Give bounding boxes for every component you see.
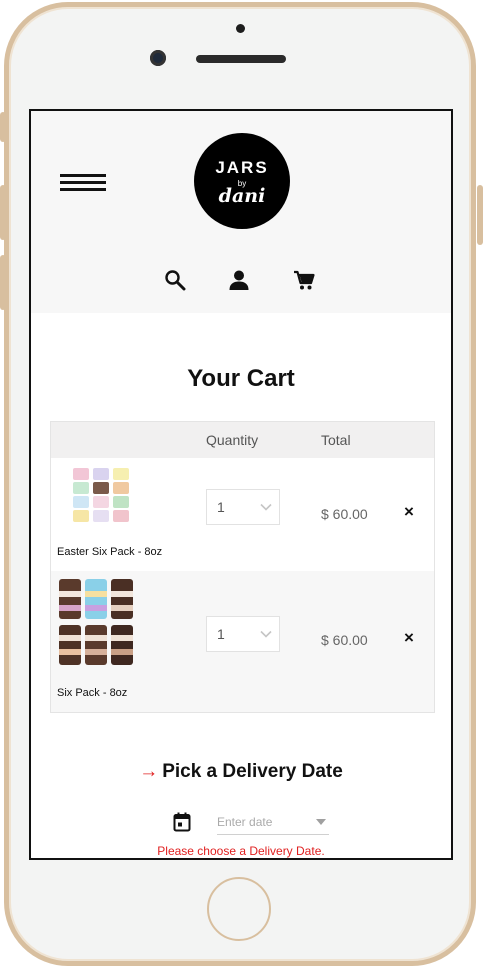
chevron-down-icon [260,503,272,511]
user-icon[interactable] [228,269,250,291]
product-name[interactable]: Six Pack - 8oz [57,687,127,699]
quantity-value: 1 [217,626,225,642]
delivery-date-input[interactable] [217,809,329,835]
mute-switch [0,112,6,142]
site-header: JARS by dani [31,111,451,313]
product-name[interactable]: Easter Six Pack - 8oz [57,546,162,558]
logo-line-3: dani [218,185,266,207]
column-header-total: Total [321,432,351,448]
menu-icon[interactable] [60,174,106,192]
search-icon[interactable] [164,269,186,291]
power-button [477,185,483,245]
remove-item-button[interactable]: × [404,628,414,648]
delivery-date-heading: → Pick a Delivery Date [31,761,451,783]
remove-item-button[interactable]: × [404,502,414,522]
delivery-title: Pick a Delivery Date [162,761,343,782]
cart-row: Six Pack - 8oz 1 $ 60.00 × [51,571,434,712]
product-image-six-pack[interactable] [57,577,137,669]
volume-down-button [0,255,6,310]
product-image-easter-six-pack[interactable] [71,466,133,526]
quantity-select[interactable]: 1 [206,489,280,525]
chevron-down-icon [260,630,272,638]
site-logo[interactable]: JARS by dani [194,133,290,229]
logo-line-1: JARS [215,158,269,177]
earpiece-speaker [196,55,286,63]
calendar-icon[interactable] [173,812,191,832]
phone-screen: JARS by dani Your Cart Quantity Total Ea… [29,109,453,860]
column-header-quantity: Quantity [206,432,259,448]
cart-icon[interactable] [293,269,315,291]
delivery-date-error: Please choose a Delivery Date. [157,844,325,858]
cart-row: Easter Six Pack - 8oz 1 $ 60.00 × [51,458,434,571]
cart-table: Quantity Total Easter Six Pack - 8oz 1 $… [50,421,435,713]
item-total: $ 60.00 [321,632,368,648]
quantity-select[interactable]: 1 [206,616,280,652]
front-camera [150,50,166,66]
arrow-right-icon: → [139,761,159,782]
page-title: Your Cart [187,365,295,392]
proximity-sensor [236,24,245,33]
quantity-value: 1 [217,499,225,515]
home-button[interactable] [207,877,271,941]
item-total: $ 60.00 [321,506,368,522]
caret-down-icon[interactable] [316,818,326,826]
cart-table-header: Quantity Total [51,422,434,458]
volume-up-button [0,185,6,240]
